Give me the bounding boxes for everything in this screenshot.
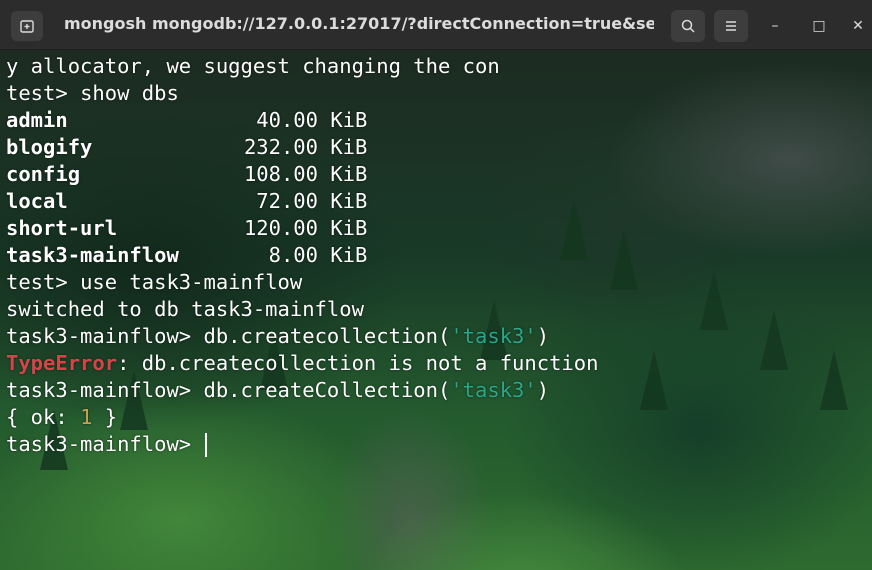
terminal-window: mongosh mongodb://127.0.0.1:27017/?direc… <box>0 0 872 570</box>
command-line: test> show dbs <box>6 80 872 107</box>
terminal-output[interactable]: y allocator, we suggest changing the con… <box>6 53 872 458</box>
search-icon <box>681 19 695 33</box>
command-line: test> use task3-mainflow <box>6 269 872 296</box>
prompt: test> <box>6 270 81 294</box>
hamburger-menu-icon <box>726 21 736 31</box>
db-row: admin 40.00 KiB <box>6 108 368 132</box>
db-row: short-url 120.00 KiB <box>6 216 368 240</box>
result-line: { ok: 1 } <box>6 405 118 429</box>
maximize-icon: □ <box>812 18 826 34</box>
new-tab-button[interactable] <box>11 11 43 41</box>
command: show dbs <box>80 81 179 105</box>
text-cursor <box>205 433 208 457</box>
close-icon: ✕ <box>852 18 864 34</box>
minimize-button[interactable]: – <box>763 14 787 38</box>
active-prompt-line[interactable]: task3-mainflow> <box>6 431 872 458</box>
new-tab-icon <box>20 20 34 33</box>
prompt: task3-mainflow> <box>6 378 204 402</box>
title-bar: mongosh mongodb://127.0.0.1:27017/?direc… <box>0 0 872 50</box>
error-line: TypeError: db.createcollection is not a … <box>6 351 599 375</box>
command-line: task3-mainflow> db.createcollection('tas… <box>6 324 550 348</box>
db-row: config 108.00 KiB <box>6 162 368 186</box>
number-literal: 1 <box>80 405 93 429</box>
window-title: mongosh mongodb://127.0.0.1:27017/?direc… <box>64 14 654 33</box>
db-row: blogify 232.00 KiB <box>6 135 368 159</box>
prompt: test> <box>6 81 81 105</box>
close-button[interactable]: ✕ <box>846 14 870 38</box>
error-type: TypeError <box>6 351 118 375</box>
maximize-button[interactable]: □ <box>807 14 831 38</box>
string-literal: 'task3' <box>450 324 537 348</box>
output-line: switched to db task3-mainflow <box>6 297 364 321</box>
prompt: task3-mainflow> <box>6 324 204 348</box>
minimize-icon: – <box>771 18 779 34</box>
command-line: task3-mainflow> db.createCollection('tas… <box>6 378 550 402</box>
db-row: task3-mainflow 8.00 KiB <box>6 243 368 267</box>
db-row: local 72.00 KiB <box>6 189 368 213</box>
string-literal: 'task3' <box>450 378 537 402</box>
command: use task3-mainflow <box>80 270 303 294</box>
prompt: task3-mainflow> <box>6 432 204 456</box>
menu-button[interactable] <box>714 10 748 42</box>
output-line: y allocator, we suggest changing the con <box>6 54 500 78</box>
search-button[interactable] <box>671 10 705 42</box>
